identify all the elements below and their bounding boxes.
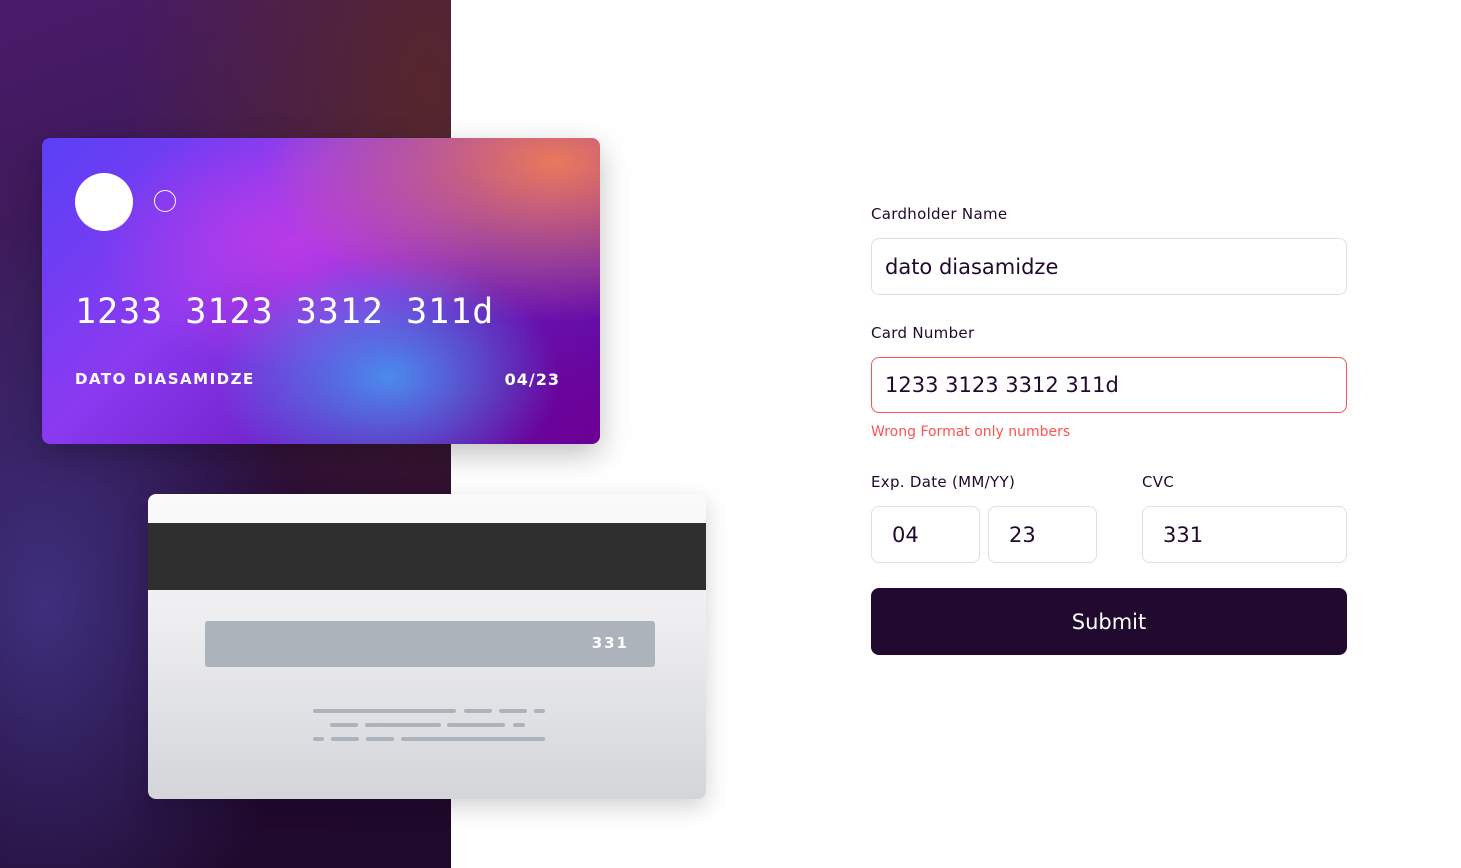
card-logo-small-circle-icon	[154, 190, 176, 212]
magnetic-stripe	[148, 523, 706, 590]
card-front-preview: 1233 3123 3312 311d DATO DIASAMIDZE 04/2…	[42, 138, 600, 444]
card-number-display: 1233 3123 3312 311d	[75, 292, 495, 332]
card-number-input[interactable]: 1233 3123 3312 311d	[871, 357, 1347, 413]
card-cvc-display: 331	[591, 634, 629, 652]
exp-date-label: Exp. Date (MM/YY)	[871, 473, 1016, 491]
card-expiry-display: 04/23	[504, 370, 560, 389]
card-back-preview: 331	[148, 494, 706, 799]
card-number-error-message: Wrong Format only numbers	[871, 424, 1071, 440]
card-number-label: Card Number	[871, 324, 975, 342]
signature-strip: 331	[205, 621, 655, 667]
exp-month-input[interactable]: 04	[871, 506, 980, 563]
cardholder-name-input[interactable]: dato diasamidze	[871, 238, 1347, 295]
cvc-label: CVC	[1142, 473, 1175, 491]
card-holder-display: DATO DIASAMIDZE	[75, 370, 255, 388]
cvc-input[interactable]: 331	[1142, 506, 1347, 563]
cardholder-name-label: Cardholder Name	[871, 205, 1008, 223]
submit-button[interactable]: Submit	[871, 588, 1347, 655]
exp-year-input[interactable]: 23	[988, 506, 1097, 563]
card-logo-large-circle-icon	[75, 173, 133, 231]
card-fine-print-decoration	[313, 709, 553, 741]
